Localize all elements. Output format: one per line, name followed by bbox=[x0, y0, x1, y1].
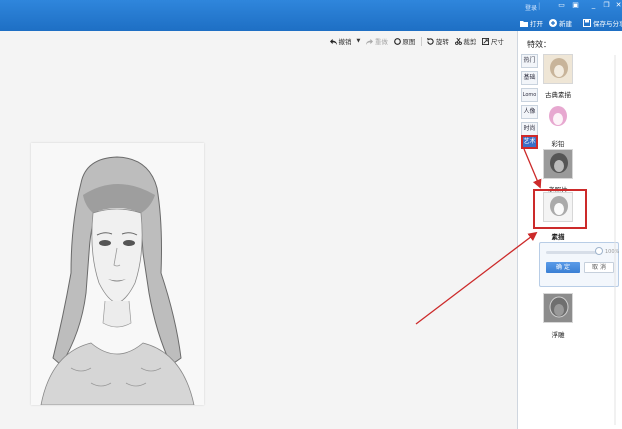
panel-scrollbar[interactable] bbox=[612, 55, 618, 425]
save-icon bbox=[583, 18, 591, 27]
resize-label: 尺寸 bbox=[490, 38, 504, 46]
redo-label: 重做 bbox=[374, 38, 388, 46]
resize-button[interactable]: 尺寸 bbox=[482, 36, 504, 46]
category-tab-portrait[interactable]: 人像 bbox=[521, 105, 538, 119]
effect-label-classic-sketch: 古典素描 bbox=[545, 91, 571, 99]
open-label: 打开 bbox=[530, 19, 543, 28]
undo-label: 撤销 bbox=[338, 38, 352, 46]
effects-panel: 特效： 热门 基础 Lomo 人像 时尚 艺术 古典素描 彩铅 老照片 素描 浮… bbox=[517, 31, 622, 429]
category-tab-basic[interactable]: 基础 bbox=[521, 71, 538, 85]
effect-thumb-emboss[interactable] bbox=[543, 293, 573, 323]
login-link[interactable]: 登录 bbox=[525, 3, 537, 12]
category-tab-fashion[interactable]: 时尚 bbox=[521, 122, 538, 136]
effect-label-emboss: 浮雕 bbox=[551, 331, 565, 339]
crop-icon bbox=[454, 37, 462, 45]
cancel-button[interactable]: 取 消 bbox=[584, 262, 614, 273]
canvas-photo[interactable] bbox=[31, 143, 204, 405]
skin-icon[interactable]: ▣ bbox=[571, 1, 580, 10]
effect-adjust-popup: 100% 确 定 取 消 bbox=[539, 242, 619, 287]
title-bar: 登录 | ▭ ▣ _ ❐ ✕ 打开 新建 保存与分享 bbox=[0, 0, 622, 31]
resize-icon bbox=[482, 37, 490, 45]
folder-icon bbox=[520, 20, 528, 27]
confirm-button[interactable]: 确 定 bbox=[546, 262, 580, 273]
intensity-slider-handle[interactable] bbox=[595, 247, 603, 255]
save-share-button[interactable]: 保存与分享 bbox=[583, 17, 622, 28]
open-button[interactable]: 打开 bbox=[520, 17, 543, 28]
new-button[interactable]: 新建 bbox=[549, 17, 572, 28]
effects-title: 特效： bbox=[527, 40, 551, 49]
old-photo-thumbnail bbox=[544, 150, 572, 178]
crop-button[interactable]: 裁剪 bbox=[454, 36, 477, 46]
restore-icon[interactable]: ❐ bbox=[602, 1, 611, 10]
effect-label-sketch: 素描 bbox=[551, 233, 565, 241]
plus-circle-icon bbox=[549, 18, 557, 27]
undo-dropdown-icon[interactable]: ▼ bbox=[357, 38, 361, 44]
rotate-icon bbox=[427, 37, 434, 45]
crop-label: 裁剪 bbox=[463, 38, 477, 46]
rotate-button[interactable]: 旋转 bbox=[427, 36, 449, 46]
new-label: 新建 bbox=[559, 19, 572, 28]
category-tab-hot[interactable]: 热门 bbox=[521, 54, 538, 68]
undo-icon bbox=[330, 38, 337, 45]
title-separator: | bbox=[538, 2, 541, 10]
edit-toolbar: 撤销 ▼ 重做 原图 旋转 裁剪 尺寸 bbox=[330, 35, 510, 47]
undo-button[interactable]: 撤销 ▼ bbox=[330, 36, 360, 46]
effect-label-color-pencil: 彩铅 bbox=[551, 140, 565, 148]
emboss-thumbnail bbox=[544, 294, 572, 322]
sketch-portrait-image bbox=[31, 143, 204, 405]
original-button[interactable]: 原图 bbox=[393, 36, 416, 46]
effect-thumb-old-photo[interactable] bbox=[543, 149, 573, 179]
original-icon bbox=[393, 37, 401, 45]
intensity-slider-track[interactable] bbox=[546, 251, 598, 254]
rotate-label: 旋转 bbox=[435, 38, 449, 46]
minimize-icon[interactable]: _ bbox=[589, 1, 598, 10]
effect-thumb-classic-sketch[interactable] bbox=[543, 54, 573, 84]
redo-icon bbox=[366, 38, 374, 45]
close-icon[interactable]: ✕ bbox=[614, 1, 622, 10]
redo-button[interactable]: 重做 bbox=[366, 36, 388, 46]
color-pencil-thumbnail bbox=[543, 103, 573, 133]
effect-thumb-color-pencil[interactable] bbox=[543, 103, 573, 133]
message-icon[interactable]: ▭ bbox=[557, 1, 566, 10]
original-label: 原图 bbox=[402, 38, 416, 46]
classic-sketch-thumbnail bbox=[544, 55, 572, 83]
toolbar-separator bbox=[421, 36, 423, 46]
selected-effect-highlight bbox=[533, 189, 587, 229]
save-share-label: 保存与分享 bbox=[593, 19, 622, 28]
